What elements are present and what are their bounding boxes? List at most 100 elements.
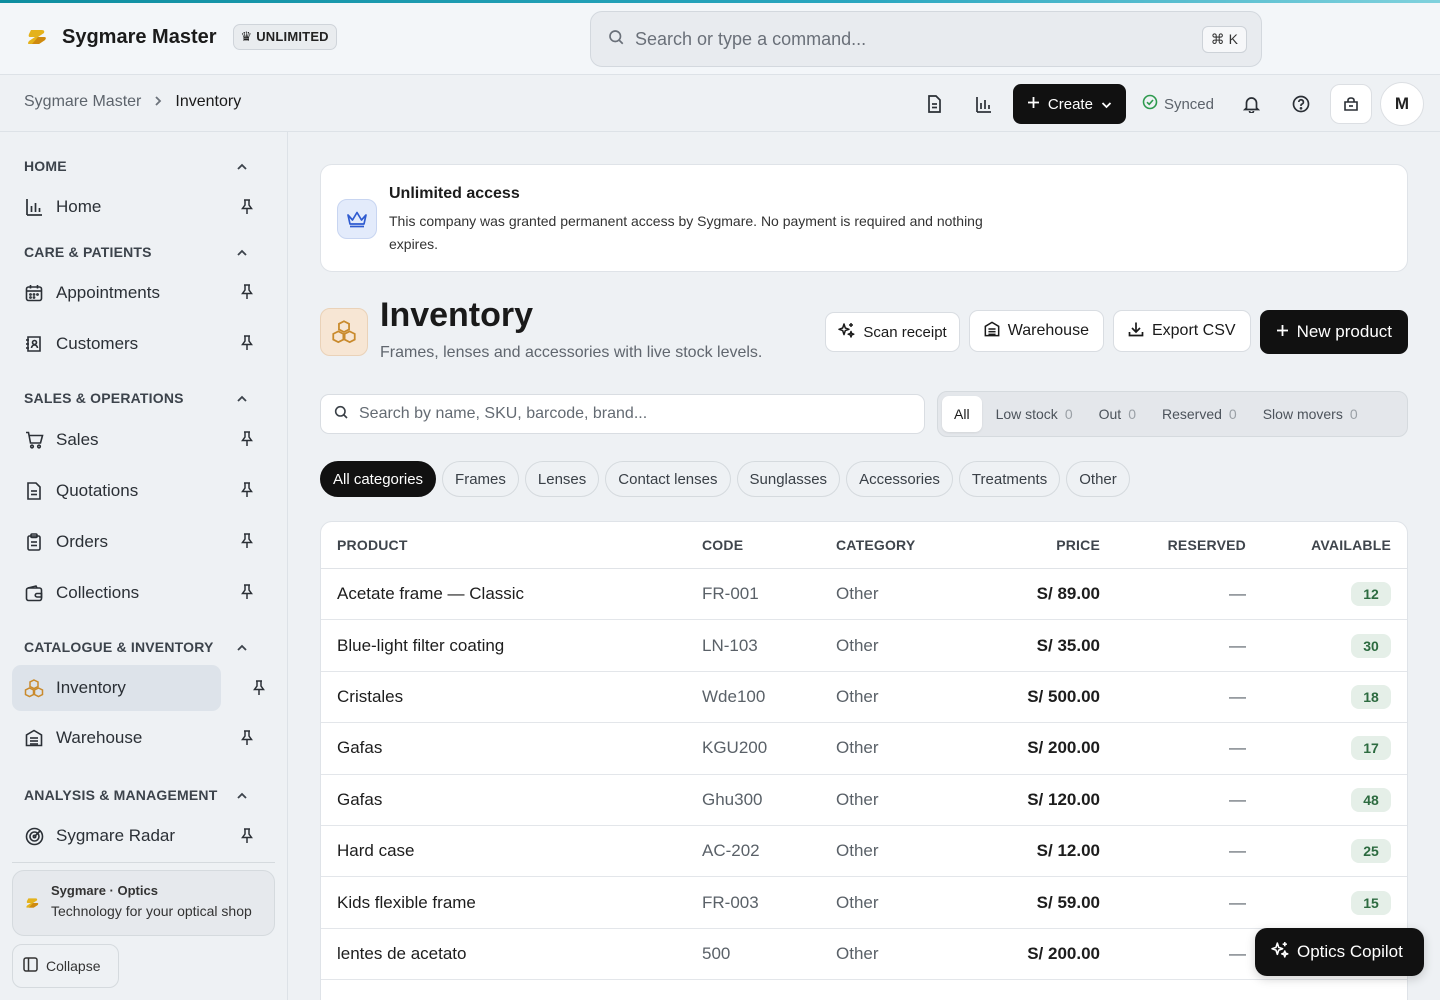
category-chip-accessories[interactable]: Accessories: [846, 461, 953, 497]
sparkles-icon: [1271, 941, 1289, 964]
pin-icon[interactable]: [240, 199, 254, 220]
document-icon[interactable]: [913, 84, 955, 124]
sidebar-item-label: Inventory: [56, 678, 126, 697]
column-header-price[interactable]: PRICE: [1056, 522, 1100, 568]
boxes-icon: [320, 308, 368, 356]
sidebar-item-orders[interactable]: Orders: [12, 518, 276, 566]
column-header-reserved[interactable]: RESERVED: [1168, 522, 1246, 568]
table-row[interactable]: Acetate frame — Classic FR-001 Other S/ 89.…: [321, 569, 1407, 621]
price-cell: S/ 59.00: [1036, 892, 1100, 912]
code-cell: FR-001: [702, 584, 759, 604]
sidebar-item-inventory[interactable]: Inventory: [12, 665, 265, 711]
pin-icon[interactable]: [240, 335, 254, 356]
sidebar-promo[interactable]: Sygmare · Optics Technology for your opt…: [12, 870, 275, 936]
avatar[interactable]: M: [1380, 82, 1424, 126]
column-header-product[interactable]: PRODUCT: [337, 522, 408, 568]
table-row[interactable]: Cristales Wde100 Other S/ 500.00 — 18: [321, 672, 1407, 724]
available-cell: 25: [1351, 826, 1391, 876]
sidebar-section-sales[interactable]: SALES & OPERATIONS: [0, 388, 288, 408]
price-cell: S/ 200.00: [1027, 738, 1100, 758]
sidebar-item-quotations[interactable]: Quotations: [12, 467, 276, 515]
plus-icon: [1276, 322, 1289, 342]
category-chip-other[interactable]: Other: [1066, 461, 1130, 497]
sidebar-item-home[interactable]: Home: [12, 184, 276, 230]
help-icon[interactable]: [1280, 84, 1322, 124]
category-chip-treatments[interactable]: Treatments: [958, 461, 1061, 497]
pin-icon[interactable]: [240, 431, 254, 452]
category-chip-lenses[interactable]: Lenses: [524, 461, 600, 497]
reserved-cell: —: [1229, 686, 1246, 706]
stock-filter-low-stock[interactable]: Low stock 0: [984, 396, 1085, 432]
export-csv-button[interactable]: Export CSV: [1112, 310, 1251, 352]
table-row[interactable]: Hard case AC-202 Other S/ 12.00 — 25: [321, 826, 1407, 878]
header-actions: Create Synced M: [913, 82, 1424, 126]
category-chip-frames[interactable]: Frames: [442, 461, 519, 497]
stock-filter-all[interactable]: All: [942, 396, 982, 432]
table-row[interactable]: lentes de acetato 500 Other S/ 200.00 —: [321, 929, 1407, 981]
pin-icon[interactable]: [240, 284, 254, 305]
sidebar-section-analysis[interactable]: ANALYSIS & MANAGEMENT: [0, 785, 288, 805]
pin-icon[interactable]: [240, 730, 254, 751]
sidebar-item-sales[interactable]: Sales: [12, 416, 276, 464]
column-header-available[interactable]: AVAILABLE: [1311, 522, 1391, 568]
reserved-cell: —: [1229, 841, 1246, 861]
available-cell: 12: [1351, 569, 1391, 619]
available-stock-badge: 17: [1351, 736, 1391, 761]
price-cell: S/ 12.00: [1036, 841, 1100, 861]
sidebar-section-title: HOME: [24, 158, 67, 174]
bar-chart-icon[interactable]: [963, 84, 1005, 124]
product-cell: Kids flexible frame: [337, 892, 476, 912]
sidebar-section-home[interactable]: HOME: [0, 156, 288, 176]
category-chip-contact-lenses[interactable]: Contact lenses: [605, 461, 731, 497]
sidebar-item-warehouse[interactable]: Warehouse: [12, 715, 276, 761]
warehouse-button[interactable]: Warehouse: [968, 310, 1104, 352]
pin-icon[interactable]: [240, 828, 254, 849]
stock-filter-slow-movers[interactable]: Slow movers 0: [1251, 396, 1370, 432]
sidebar-item-appointments[interactable]: Appointments: [12, 269, 276, 317]
clipboard-icon: [24, 532, 44, 552]
stock-filter-reserved[interactable]: Reserved 0: [1150, 396, 1249, 432]
scan-receipt-button[interactable]: Scan receipt: [825, 312, 960, 352]
sidebar-item-collections[interactable]: Collections: [12, 569, 276, 617]
category-chip-sunglasses[interactable]: Sunglasses: [736, 461, 841, 497]
code-cell: FR-003: [702, 892, 759, 912]
shortcut-hint: ⌘ K: [1201, 25, 1247, 53]
sidebar-item-sygmare-radar[interactable]: Sygmare Radar: [12, 813, 276, 859]
table-row[interactable]: Blue-light filter coating LN-103 Other S/ 3…: [321, 620, 1407, 672]
pin-icon[interactable]: [240, 482, 254, 503]
new-product-button[interactable]: New product: [1259, 310, 1408, 354]
wallet-icon: [24, 583, 44, 603]
pin-icon[interactable]: [252, 680, 266, 701]
sidebar-nav[interactable]: HOME Home CARE & PATIENTS Appointments C…: [0, 132, 288, 862]
column-header-code[interactable]: CODE: [702, 522, 743, 568]
available-stock-badge: 15: [1351, 890, 1391, 915]
plus-icon: [1027, 96, 1040, 113]
sidebar-section-catalogue[interactable]: CATALOGUE & INVENTORY: [0, 637, 288, 657]
category-chip-all[interactable]: All categories: [320, 461, 437, 497]
promo-title: Sygmare · Optics: [51, 883, 158, 898]
inventory-search-input[interactable]: Search by name, SKU, barcode, brand...: [320, 394, 925, 434]
chevron-up-icon: [236, 390, 248, 406]
pin-icon[interactable]: [240, 584, 254, 605]
create-button[interactable]: Create: [1012, 84, 1126, 124]
pin-icon[interactable]: [240, 533, 254, 554]
table-row[interactable]: Kids flexible frame FR-003 Other S/ 59.00 — 1…: [321, 877, 1407, 929]
price-cell: S/ 500.00: [1027, 686, 1100, 706]
product-cell: lentes de acetato: [337, 943, 467, 963]
sidebar-section-care[interactable]: CARE & PATIENTS: [0, 242, 288, 262]
store-icon[interactable]: [1330, 84, 1372, 124]
table-row[interactable]: Gafas Ghu300 Other S/ 120.00 — 48: [321, 775, 1407, 826]
column-header-category[interactable]: CATEGORY: [836, 522, 915, 568]
stock-filter-label: Slow movers: [1262, 406, 1343, 422]
table-row[interactable]: Gafas KGU200 Other S/ 200.00 — 17: [321, 723, 1407, 775]
stock-filter-out[interactable]: Out 0: [1087, 396, 1148, 432]
reserved-cell: —: [1229, 635, 1246, 655]
sidebar-item-customers[interactable]: Customers: [12, 320, 276, 368]
collapse-sidebar-button[interactable]: Collapse: [12, 944, 119, 988]
bell-icon[interactable]: [1230, 84, 1272, 124]
optics-copilot-button[interactable]: Optics Copilot: [1255, 928, 1424, 976]
breadcrumb-root[interactable]: Sygmare Master: [24, 93, 141, 111]
brand[interactable]: Sygmare Master ♛ UNLIMITED: [24, 23, 337, 51]
sidebar-collapse-icon: [23, 957, 38, 975]
command-search[interactable]: Search or type a command... ⌘ K: [590, 11, 1262, 67]
